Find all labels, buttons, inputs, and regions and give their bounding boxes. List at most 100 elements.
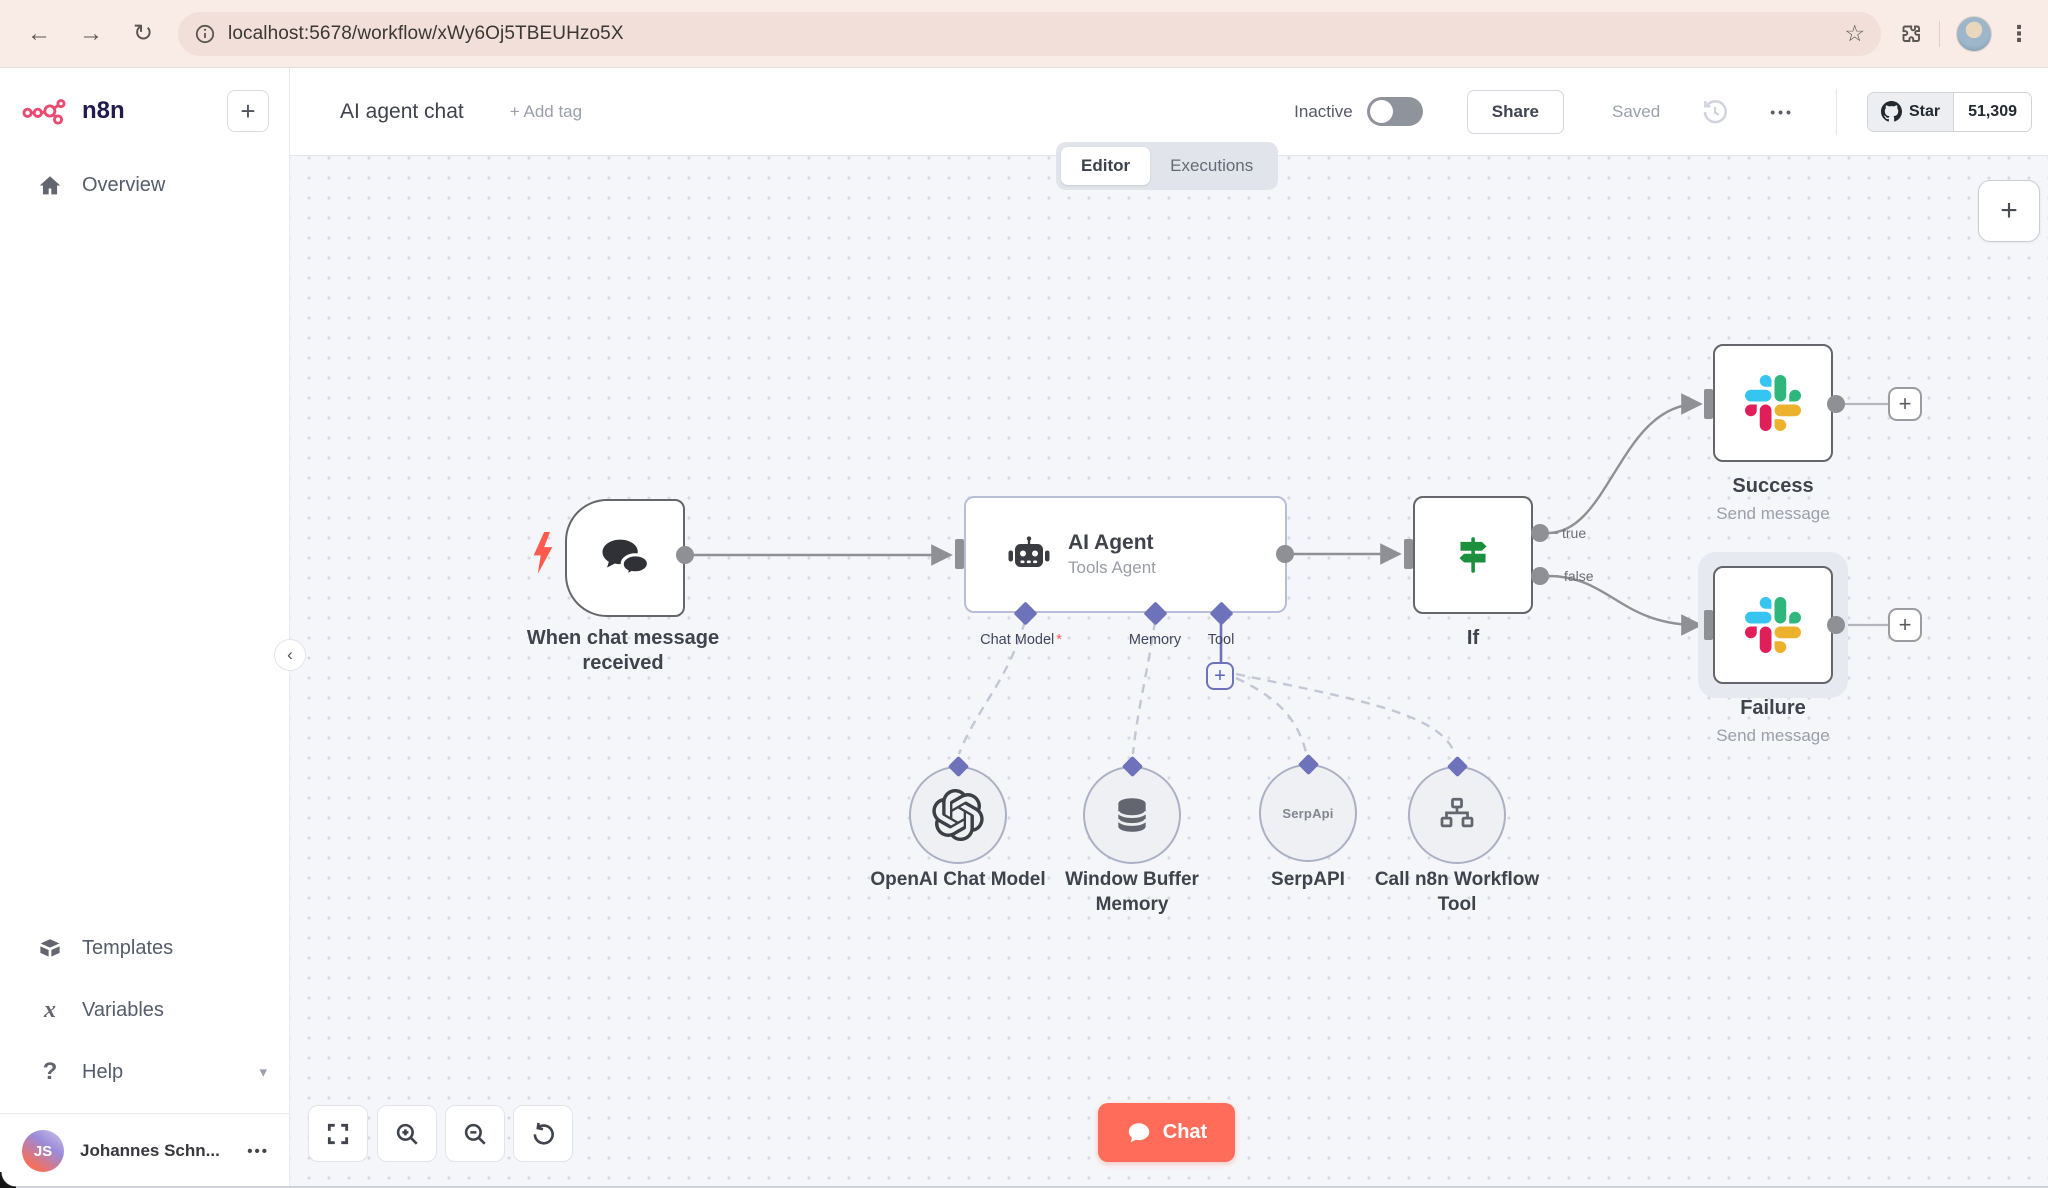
zoom-out-button[interactable] (445, 1105, 505, 1162)
if-output-false-label: false (1564, 568, 1594, 584)
add-tag-button[interactable]: + Add tag (510, 102, 582, 122)
question-icon: ? (42, 1058, 58, 1085)
add-node-button[interactable]: + (1978, 180, 2040, 242)
subnode-serpapi[interactable]: SerpApi (1259, 764, 1357, 862)
agent-input-port[interactable] (955, 539, 964, 569)
address-bar[interactable]: localhost:5678/workflow/xWy6Oj5TBEUHzo5X… (178, 11, 1881, 56)
trigger-output-port[interactable] (676, 546, 694, 564)
failure-input-port[interactable] (1704, 610, 1713, 640)
forward-icon[interactable]: → (74, 17, 108, 51)
subnode-window-buffer-memory[interactable] (1083, 766, 1181, 864)
failure-name: Failure (1740, 697, 1806, 719)
agent-output-port[interactable] (1276, 545, 1294, 563)
fit-view-button[interactable] (308, 1105, 368, 1162)
sidebar-divider (0, 1113, 289, 1114)
new-workflow-button[interactable]: + (227, 90, 269, 132)
sidebar-item-overview[interactable]: Overview (0, 154, 289, 216)
reset-zoom-button[interactable] (513, 1105, 573, 1162)
user-avatar[interactable]: JS (22, 1130, 64, 1172)
user-row[interactable]: JS Johannes Schn... ••• (0, 1120, 289, 1188)
node-chat-trigger[interactable] (565, 499, 685, 617)
profile-avatar[interactable] (1956, 15, 1992, 52)
home-icon (36, 174, 64, 197)
if-output-true-label: true (1562, 525, 1587, 541)
if-output-false-port[interactable] (1531, 567, 1549, 585)
node-if[interactable] (1413, 496, 1533, 614)
active-toggle[interactable] (1366, 97, 1423, 126)
browser-menu-icon[interactable]: ⋮ (2008, 21, 2030, 47)
subnode-call-n8n-workflow-tool[interactable] (1408, 766, 1506, 864)
share-button[interactable]: Share (1466, 89, 1565, 134)
failure-subtitle: Send message (1716, 726, 1830, 745)
sidebar-item-help[interactable]: ? Help ▾ (0, 1041, 289, 1103)
sitemap-icon (1440, 797, 1474, 828)
chat-button-label: Chat (1162, 1121, 1208, 1143)
success-output-port[interactable] (1827, 395, 1845, 413)
site-info-icon[interactable] (194, 23, 216, 45)
connection-tool-serpapi[interactable] (1235, 676, 1308, 753)
chat-bubbles-icon (602, 539, 651, 579)
user-menu-icon[interactable]: ••• (247, 1143, 269, 1160)
node-ai-agent[interactable]: AI Agent Tools Agent (964, 496, 1287, 613)
fit-view-icon (327, 1123, 349, 1144)
sidebar-collapse-button[interactable]: ‹ (274, 639, 306, 671)
url-text[interactable]: localhost:5678/workflow/xWy6Oj5TBEUHzo5X (228, 23, 1832, 45)
workflow-canvas[interactable]: When chat message received AI Agent Tool… (290, 156, 2048, 1188)
chrome-separator (1939, 20, 1940, 47)
github-star-button[interactable]: Star (1867, 92, 1955, 131)
serpapi-badge: SerpApi (1282, 805, 1334, 821)
tab-editor[interactable]: Editor (1061, 147, 1151, 185)
database-icon (1116, 798, 1148, 832)
agent-title: AI Agent (1068, 531, 1154, 554)
subnode-openai-chat-model[interactable] (909, 766, 1007, 864)
sidebar-item-variables[interactable]: x Variables (0, 979, 289, 1041)
extensions-icon[interactable] (1899, 22, 1923, 46)
openai-label: OpenAI Chat Model (870, 869, 1046, 890)
zoom-in-icon (396, 1123, 418, 1145)
sidebar-item-label: Variables (82, 998, 164, 1021)
if-input-port[interactable] (1404, 539, 1413, 569)
status-label: Inactive (1294, 101, 1353, 121)
saved-status: Saved (1612, 101, 1661, 121)
node-failure[interactable] (1713, 566, 1833, 684)
github-star-count[interactable]: 51,309 (1954, 92, 2031, 131)
bookmark-star-icon[interactable]: ☆ (1844, 20, 1865, 47)
success-name: Success (1732, 475, 1814, 497)
sidebar-item-templates[interactable]: Templates (0, 917, 289, 979)
failure-add-node-button[interactable]: + (1888, 608, 1922, 642)
add-tool-button[interactable]: + (1206, 662, 1234, 690)
screen: ← → ↻ localhost:5678/workflow/xWy6Oj5TBE… (0, 0, 2048, 1188)
signpost-icon (1459, 537, 1487, 573)
slack-icon (1745, 375, 1801, 431)
chrome-right-cluster: ⋮ (1899, 15, 2030, 52)
zoom-in-button[interactable] (377, 1105, 437, 1162)
success-add-node-button[interactable]: + (1888, 387, 1922, 421)
history-icon[interactable] (1700, 97, 1730, 127)
agent-subtitle: Tools Agent (1068, 558, 1156, 577)
slack-icon (1745, 597, 1801, 653)
connection-tool-callworkflow[interactable] (1235, 672, 1457, 755)
sidebar-item-label: Help (82, 1060, 124, 1083)
chat-bubble-icon (1128, 1122, 1149, 1142)
sidebar: n8n + Overview Templates x Variables ? H… (0, 68, 290, 1188)
workflow-menu-icon[interactable]: ••• (1770, 104, 1794, 120)
chat-button[interactable]: Chat (1098, 1103, 1235, 1162)
back-icon[interactable]: ← (22, 17, 56, 51)
if-label: If (1466, 627, 1480, 649)
reload-icon[interactable]: ↻ (126, 17, 160, 51)
success-input-port[interactable] (1704, 389, 1713, 419)
trigger-label: When chat message received (526, 627, 720, 674)
success-subtitle: Send message (1716, 504, 1830, 523)
tab-executions[interactable]: Executions (1150, 147, 1273, 185)
workflow-title[interactable]: AI agent chat (340, 100, 464, 124)
node-success[interactable] (1713, 344, 1833, 462)
failure-output-port[interactable] (1827, 616, 1845, 634)
if-output-true-port[interactable] (1531, 524, 1549, 542)
failure-label: Failure Send message (1673, 696, 1873, 746)
sidebar-logo-row: n8n + (0, 68, 289, 154)
trigger-lightning-icon (533, 532, 553, 574)
openai-icon (932, 789, 984, 841)
success-label: Success Send message (1673, 474, 1873, 524)
package-icon (36, 937, 64, 959)
